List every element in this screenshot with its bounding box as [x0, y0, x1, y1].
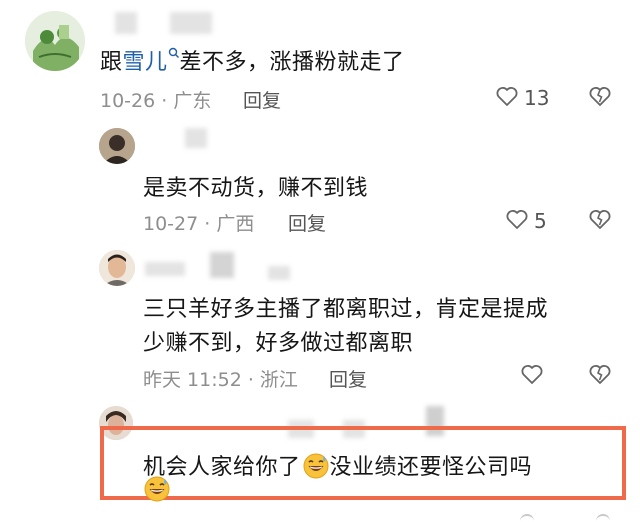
avatar[interactable] — [99, 128, 135, 164]
heart-outline-icon[interactable] — [495, 84, 519, 108]
heart-outline-icon[interactable] — [520, 362, 544, 386]
heart-outline-icon[interactable] — [505, 207, 529, 231]
avatar[interactable] — [25, 11, 85, 71]
blurred-username — [210, 252, 234, 278]
comment-text-suffix: 差不多，涨播粉就走了 — [179, 50, 405, 75]
like-count: 13 — [524, 86, 550, 110]
comment-text-line2: 少赚不到，好多做过都离职 — [143, 331, 414, 356]
comment-meta: 10-26 · 广东 — [100, 90, 212, 112]
grinning-sweat-emoji — [303, 453, 329, 479]
search-mini-icon — [168, 47, 179, 58]
comment-text-prefix: 跟 — [100, 50, 123, 75]
comment-text: 是卖不动货，赚不到钱 — [143, 176, 369, 201]
comment-text-part-b: 没业绩还要怪公司吗 — [329, 455, 533, 480]
comment-text-line1: 三只羊好多主播了都离职过，肯定是提成 — [143, 297, 549, 322]
reply-button[interactable]: 回复 — [329, 365, 367, 392]
blurred-username — [115, 12, 137, 34]
broken-heart-icon[interactable] — [588, 84, 612, 108]
reply-button[interactable]: 回复 — [288, 209, 326, 236]
comment-text: 机会人家给你了 没业绩还要怪公司吗 — [143, 449, 532, 481]
reply-button[interactable]: 回复 — [243, 86, 281, 113]
mention-link[interactable]: 雪儿 — [123, 50, 168, 75]
comment-meta: 昨天 11:52 · 浙江 — [143, 369, 298, 391]
comment-meta: 10-27 · 广西 — [143, 213, 255, 235]
blurred-username — [268, 266, 290, 280]
grinning-sweat-emoji — [144, 476, 170, 502]
blurred-username — [185, 128, 207, 148]
avatar[interactable] — [99, 250, 135, 286]
broken-heart-icon[interactable] — [588, 362, 612, 386]
blurred-username — [170, 12, 212, 34]
like-count: 5 — [534, 209, 547, 233]
broken-heart-icon[interactable] — [588, 207, 612, 231]
comment-text: 跟雪儿 差不多，涨播粉就走了 — [100, 44, 405, 76]
blurred-username — [145, 262, 185, 276]
